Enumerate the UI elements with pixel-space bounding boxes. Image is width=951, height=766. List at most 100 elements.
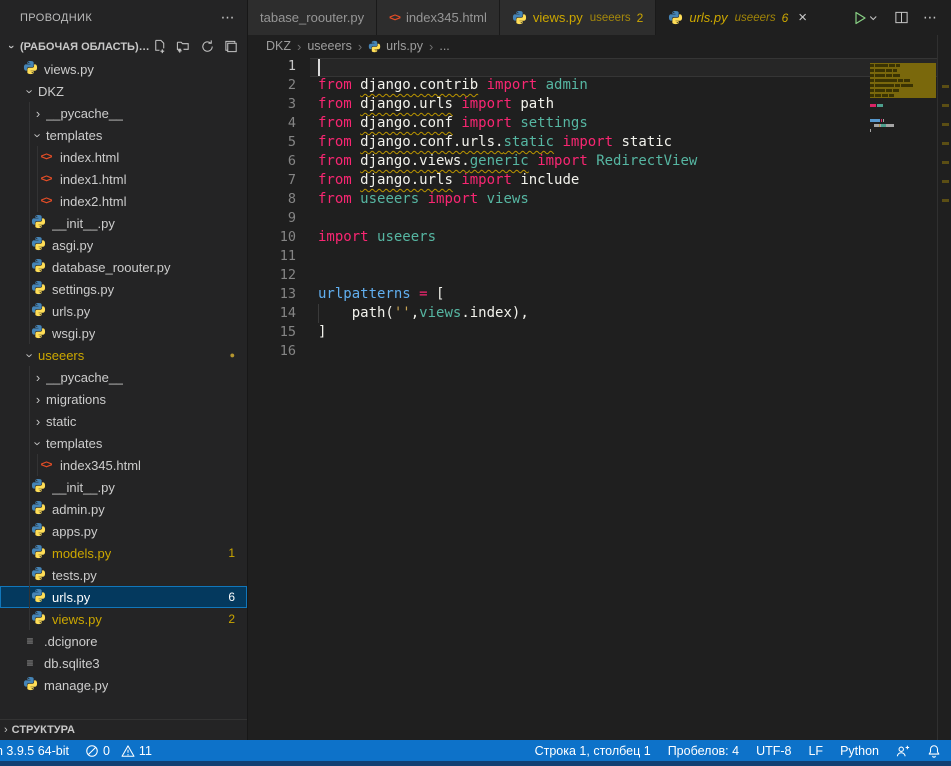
file-item-index1.html[interactable]: <>index1.html	[0, 168, 247, 190]
refresh-explorer-button[interactable]	[200, 39, 215, 54]
file-item-manage.py[interactable]: manage.py	[0, 674, 247, 696]
notifications-bell-button[interactable]	[927, 744, 941, 758]
file-item-tests.py[interactable]: tests.py	[0, 564, 247, 586]
file-item-db.sqlite3[interactable]: ≡db.sqlite3	[0, 652, 247, 674]
folder-item-__pycache__[interactable]: ›__pycache__	[0, 102, 247, 124]
new-folder-button[interactable]	[176, 39, 191, 54]
file-item-settings.py[interactable]: settings.py	[0, 278, 247, 300]
indent-guide	[29, 102, 30, 124]
chevron-down-icon[interactable]: ›	[5, 40, 17, 54]
code-token: from	[318, 96, 352, 112]
file-item-wsgi.py[interactable]: wsgi.py	[0, 322, 247, 344]
file-item-urls.py[interactable]: urls.py	[0, 300, 247, 322]
folder-item-migrations[interactable]: ›migrations	[0, 388, 247, 410]
file-item-.dcignore[interactable]: ≡.dcignore	[0, 630, 247, 652]
status-language-mode[interactable]: Python	[840, 744, 879, 758]
folder-item-useeers[interactable]: ›useeers●	[0, 344, 247, 366]
tab-urls.py[interactable]: urls.pyuseeers6×	[656, 0, 819, 35]
overview-ruler[interactable]	[937, 35, 951, 740]
file-item-models.py[interactable]: models.py1	[0, 542, 247, 564]
code-area[interactable]: 12from django.contrib import admin3from …	[248, 57, 951, 740]
explorer-sidebar: ПРОВОДНИК ⋯ › (РАБОЧАЯ ОБЛАСТЬ) ... view…	[0, 0, 248, 740]
minimap-bar	[875, 69, 885, 72]
run-python-file-button[interactable]	[852, 10, 880, 26]
breadcrumb-item-DKZ[interactable]: DKZ	[266, 39, 291, 53]
folder-item-templates[interactable]: ›templates	[0, 432, 247, 454]
minimap-bar	[887, 84, 894, 87]
explorer-more-icon[interactable]: ⋯	[221, 9, 235, 26]
breadcrumb-item-useeers[interactable]: useeers	[307, 39, 351, 53]
run-icon	[852, 10, 868, 26]
editor-more-actions-icon[interactable]: ⋯	[923, 9, 937, 26]
folder-item-__pycache__[interactable]: ›__pycache__	[0, 366, 247, 388]
line-content: from useeers import views	[318, 190, 529, 209]
code-token	[419, 191, 427, 207]
line-number: 10	[248, 228, 296, 247]
error-icon	[85, 744, 99, 758]
code-token: urlpatterns	[318, 286, 411, 302]
file-item-index345.html[interactable]: <>index345.html	[0, 454, 247, 476]
tab-views.py[interactable]: views.pyuseeers2	[500, 0, 656, 35]
tab-tabase_roouter.py[interactable]: tabase_roouter.py	[248, 0, 377, 35]
minimap-bar	[893, 74, 901, 77]
file-item-views.py[interactable]: views.py2	[0, 608, 247, 630]
status-indentation[interactable]: Пробелов: 4	[668, 744, 739, 758]
line-number: 8	[248, 190, 296, 209]
file-item-apps.py[interactable]: apps.py	[0, 520, 247, 542]
code-line-1: 1	[248, 57, 951, 76]
file-item-asgi.py[interactable]: asgi.py	[0, 234, 247, 256]
python-icon	[368, 40, 381, 53]
code-token	[478, 191, 486, 207]
html-file-icon: <>	[38, 173, 54, 185]
file-item-admin.py[interactable]: admin.py	[0, 498, 247, 520]
minimap-bar	[886, 124, 894, 127]
folder-item-templates[interactable]: ›templates	[0, 124, 247, 146]
indent-guide	[37, 454, 38, 476]
minimap-bar	[870, 64, 874, 67]
new-folder-icon	[176, 39, 191, 54]
breadcrumb-item-urls.py[interactable]: urls.py	[368, 39, 423, 53]
line-content: from django.conf import settings	[318, 114, 588, 133]
chevron-right-icon[interactable]: ›	[4, 724, 8, 736]
status-encoding[interactable]: UTF-8	[756, 744, 791, 758]
status-text: Строка 1, столбец 1	[535, 744, 651, 758]
file-item-views.py[interactable]: views.py	[0, 58, 247, 80]
refresh-icon	[200, 39, 215, 54]
folder-item-static[interactable]: ›static	[0, 410, 247, 432]
file-item-__init__.py[interactable]: __init__.py	[0, 212, 247, 234]
status-text: LF	[808, 744, 823, 758]
status-cursor-position[interactable]: Строка 1, столбец 1	[535, 744, 651, 758]
tree-item-label: settings.py	[52, 282, 114, 297]
code-token: static	[621, 134, 672, 150]
status-python-interpreter[interactable]: n 3.9.5 64-bit	[0, 744, 69, 758]
split-editor-button[interactable]	[894, 10, 909, 25]
folder-item-DKZ[interactable]: ›DKZ	[0, 80, 247, 102]
python-icon	[31, 258, 46, 273]
feedback-button[interactable]	[896, 744, 910, 758]
outline-section-header[interactable]: › СТРУКТУРА	[0, 719, 247, 740]
breadcrumb-item-...[interactable]: ...	[439, 39, 449, 53]
indent-guide	[29, 564, 30, 586]
workspace-section-header[interactable]: › (РАБОЧАЯ ОБЛАСТЬ) ...	[0, 35, 247, 58]
warnings-count: 11	[139, 744, 152, 758]
minimap[interactable]	[870, 58, 936, 138]
status-eol[interactable]: LF	[808, 744, 823, 758]
file-item-index2.html[interactable]: <>index2.html	[0, 190, 247, 212]
minimap-bar	[875, 74, 885, 77]
collapse-folders-button[interactable]	[224, 39, 239, 54]
file-item-urls.py[interactable]: urls.py6	[0, 586, 247, 608]
code-token: from	[318, 172, 352, 188]
minimap-bar	[875, 89, 885, 92]
line-content: from django.contrib import admin	[318, 76, 588, 95]
line-content: urlpatterns = [	[318, 285, 444, 304]
outline-title: СТРУКТУРА	[12, 724, 75, 736]
file-item-__init__.py[interactable]: __init__.py	[0, 476, 247, 498]
file-item-database_roouter.py[interactable]: database_roouter.py	[0, 256, 247, 278]
status-problems[interactable]: 011	[85, 744, 152, 758]
code-token: from	[318, 134, 352, 150]
new-file-button[interactable]	[152, 39, 167, 54]
tab-index345.html[interactable]: <>index345.html	[377, 0, 500, 35]
close-tab-icon[interactable]: ×	[798, 10, 807, 25]
minimap-bar	[883, 119, 884, 122]
file-item-index.html[interactable]: <>index.html	[0, 146, 247, 168]
